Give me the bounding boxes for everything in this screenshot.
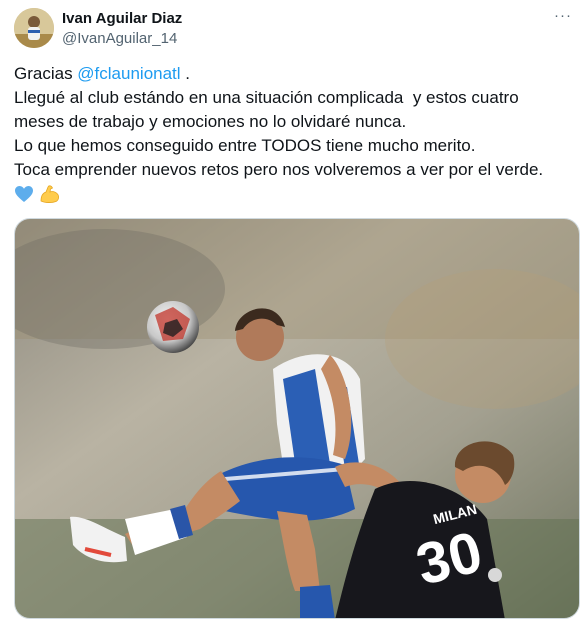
tweet-line-1-suffix: .: [180, 64, 191, 83]
tweet-line-5: Toca emprender nuevos retos pero nos vol…: [14, 160, 544, 179]
tweet-line-3: meses de trabajo y emociones no lo olvid…: [14, 112, 407, 131]
more-options-button[interactable]: ···: [550, 8, 576, 30]
avatar-image: [14, 8, 54, 48]
author-names: Ivan Aguilar Diaz @IvanAguilar_14: [62, 10, 182, 49]
tweet-text: Gracias @fclaunionatl . Llegué al club e…: [14, 62, 574, 208]
blue-heart-icon: [14, 185, 34, 210]
tweet-header: Ivan Aguilar Diaz @IvanAguilar_14 ···: [14, 8, 576, 50]
tweet-line-1: Gracias @fclaunionatl .: [14, 62, 574, 86]
more-horizontal-icon: ···: [554, 7, 572, 24]
tweet-card: Ivan Aguilar Diaz @IvanAguilar_14 ··· Gr…: [0, 0, 587, 619]
tweet-line-4: Lo que hemos conseguido entre TODOS tien…: [14, 136, 476, 155]
user-handle[interactable]: @IvanAguilar_14: [62, 29, 182, 49]
tweet-photo[interactable]: 30 MILAN: [14, 218, 580, 619]
avatar[interactable]: [14, 8, 54, 48]
tweet-line-1-prefix: Gracias: [14, 64, 78, 83]
emoji-line: [14, 182, 574, 208]
flexed-biceps-icon: [39, 184, 61, 211]
soccer-photo: 30 MILAN: [15, 219, 579, 618]
mention-link[interactable]: @fclaunionatl: [77, 64, 180, 83]
tweet-line-2: Llegué al club estándo en una situación …: [14, 88, 519, 107]
display-name[interactable]: Ivan Aguilar Diaz: [62, 10, 182, 28]
